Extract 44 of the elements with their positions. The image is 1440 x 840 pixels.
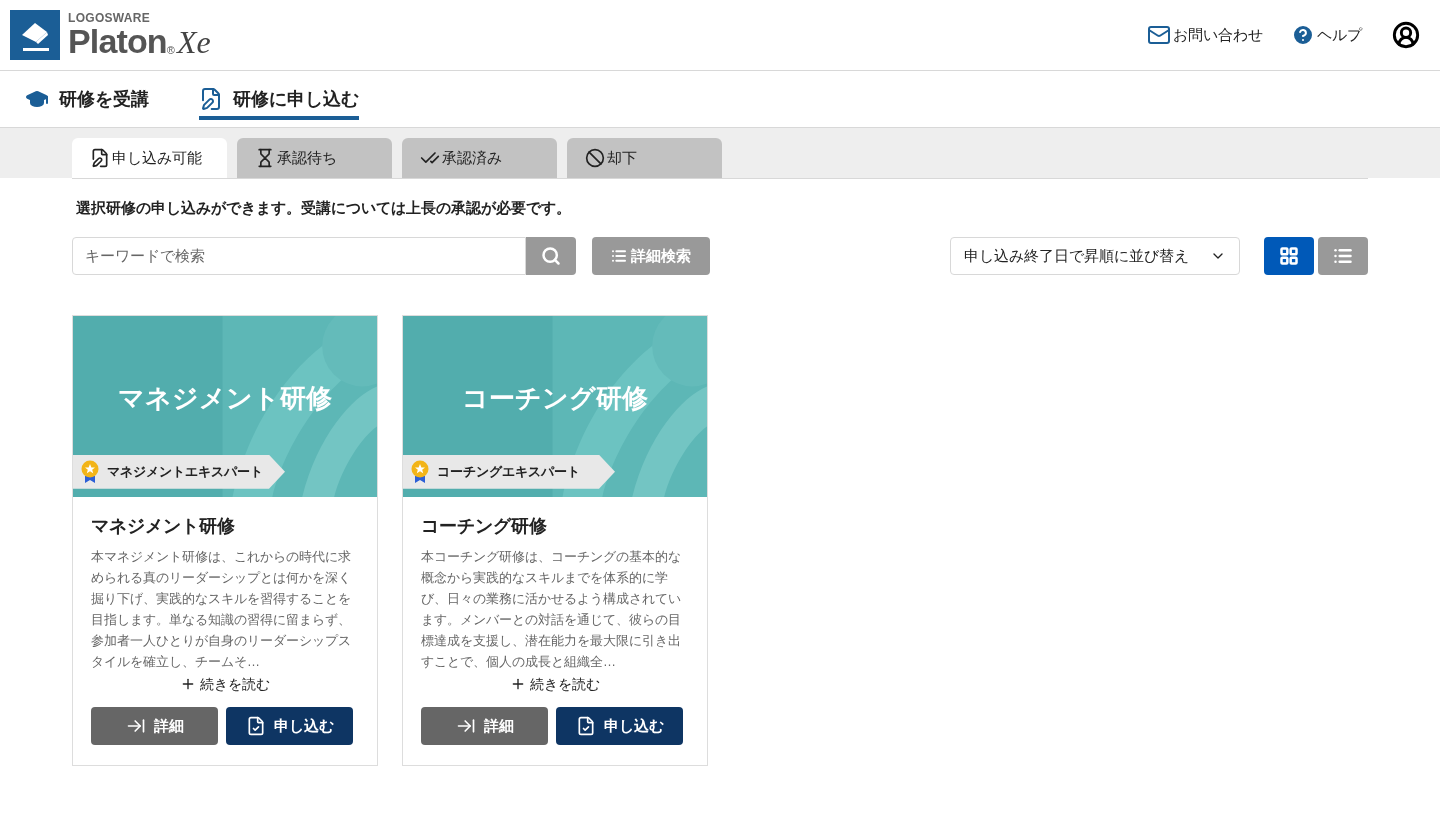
ban-icon <box>585 148 605 168</box>
medal-icon <box>411 459 429 484</box>
status-tab[interactable]: 却下 <box>567 138 722 178</box>
user-avatar-icon[interactable] <box>1392 21 1420 49</box>
nav-item[interactable]: 研修に申し込む <box>199 78 359 120</box>
sort-dropdown[interactable]: 申し込み終了日で昇順に並び替え <box>950 236 1240 275</box>
medal-icon <box>81 459 99 484</box>
help-link[interactable]: ヘルプ <box>1291 23 1362 47</box>
card-description: 本マネジメント研修は、これからの時代に求められる真のリーダーシップとは何かを深く掘り下げ、実践的なスキルを習得することを目指します。単なる知識の習得に留まらず、参加者一人ひとりが自身のリーダーシップスタイルを確立し、チームそ… <box>91 547 352 671</box>
grid-icon <box>1279 245 1299 266</box>
hourglass-icon <box>255 148 275 168</box>
read-more-link[interactable]: 続きを読む <box>180 673 270 695</box>
search-icon <box>541 245 561 266</box>
contact-link[interactable]: お問い合わせ <box>1147 23 1263 47</box>
apply-button[interactable]: 申し込む <box>556 706 683 745</box>
card-title: コーチング研修 <box>421 514 548 538</box>
form-pen-icon <box>199 87 223 111</box>
status-tab[interactable]: 申し込み可能 <box>72 138 227 178</box>
details-button[interactable]: 詳細 <box>421 706 548 745</box>
brand-suffix: Xe <box>176 26 211 58</box>
card-title: マネジメント研修 <box>91 514 236 538</box>
card-description: 本コーチング研修は、コーチングの基本的な概念から実践的なスキルまでを体系的に学び、日々の業務に活かせるよう構成されています。メンバーとの対話を通じて、彼らの目標達成を支援し、潜在能力を最大限に引き出すことで、個人の成長と組織全… <box>421 547 682 671</box>
brand-caption: LOGOSWARE <box>68 12 152 24</box>
grid-view-button[interactable] <box>1264 236 1314 275</box>
logo-icon <box>10 10 60 60</box>
banner-title: マネジメント研修 <box>118 381 332 415</box>
banner-title: コーチング研修 <box>462 381 648 415</box>
apply-button[interactable]: 申し込む <box>226 706 353 745</box>
badge-label: マネジメントエキスパート <box>107 463 263 481</box>
status-tab[interactable]: 承認済み <box>402 138 557 178</box>
read-more-link[interactable]: 続きを読む <box>510 673 600 695</box>
badge-label: コーチングエキスパート <box>437 463 580 481</box>
form-pen-icon <box>90 148 110 168</box>
mail-icon <box>1147 23 1171 47</box>
brand-name: Platon <box>68 24 167 58</box>
status-tab[interactable]: 承認待ち <box>237 138 392 178</box>
details-button[interactable]: 詳細 <box>91 706 218 745</box>
list-view-button[interactable] <box>1318 236 1368 275</box>
notice-text: 選択研修の申し込みができます。受講については上長の承認が必要です。 <box>76 199 572 218</box>
help-icon <box>1291 23 1315 47</box>
nav-item[interactable]: 研修を受講 <box>25 78 149 120</box>
registered-mark: ® <box>166 45 175 56</box>
search-field[interactable]: キーワードで検索 <box>72 236 526 275</box>
search-button[interactable] <box>526 236 576 275</box>
